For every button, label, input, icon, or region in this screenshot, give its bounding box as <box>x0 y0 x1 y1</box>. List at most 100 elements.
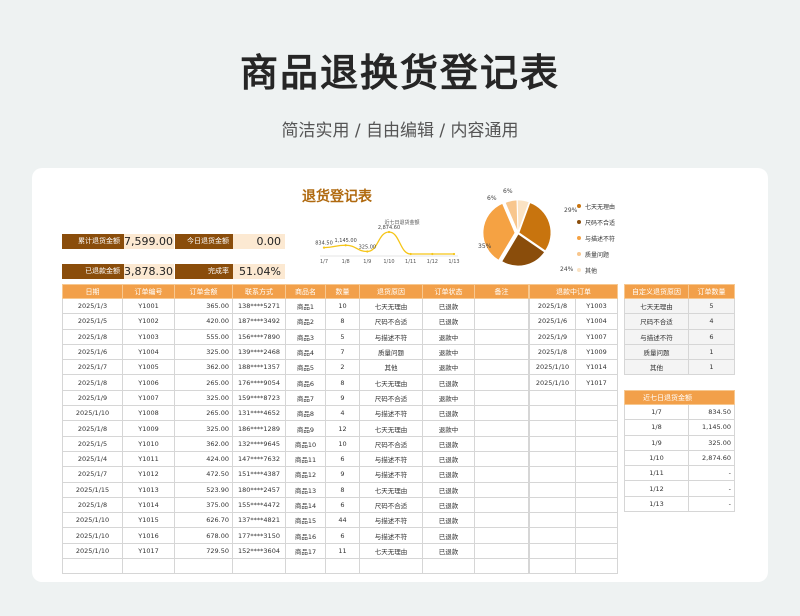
table-row: 2025/1/4 Y1011 424.00 147****7632 商品11 6 与描述不符… <box>62 450 529 468</box>
kpi-refunded-label: 已退款金额 <box>62 264 124 279</box>
table-row: 2025/1/9 Y1007 325.00 159****8723 商品7 9 尺码不合适退… <box>62 389 529 407</box>
table-row <box>529 405 618 422</box>
table-cell: 131****4652 <box>232 405 286 422</box>
table-cell <box>474 512 529 529</box>
table-cell <box>422 558 475 575</box>
data-point <box>387 230 391 234</box>
table-cell: 已退款 <box>422 450 475 468</box>
spreadsheet-card: 退货登记表 累计退货金额 7,599.00 今日退货金额 0.00 已退款金额 … <box>32 168 768 582</box>
table-cell: 其他 <box>359 359 423 376</box>
legend-swatch <box>577 268 581 272</box>
table-cell: Y1009 <box>122 420 175 437</box>
table-cell <box>285 558 326 575</box>
table-cell: Y1003 <box>575 297 618 315</box>
table-cell: 678.00 <box>174 527 233 544</box>
table-cell: Y1017 <box>575 374 618 391</box>
data-label: 325.00 <box>359 245 377 251</box>
table-row: 2025/1/8 Y1009 325.00 186****1289 商品9 12 七天无理由… <box>62 420 529 437</box>
table-cell: 325.00 <box>688 434 735 451</box>
table-cell: 2025/1/8 <box>62 420 123 437</box>
table-cell: Y1013 <box>122 481 175 498</box>
table-cell: 44 <box>325 512 360 529</box>
returns-table: 日期 订单编号 订单金额 联系方式 商品名 数量 退货原因 订单状态 备注 2025/1/3 Y1… <box>62 284 529 575</box>
table-cell: 132****9645 <box>232 435 286 452</box>
legend-swatch <box>577 220 581 224</box>
table-cell: 177****3150 <box>232 527 286 544</box>
legend-label: 七天无理由 <box>585 203 616 211</box>
table-cell: 325.00 <box>174 343 233 361</box>
table-cell: 商品10 <box>285 435 326 452</box>
table-cell: 七天无理由 <box>359 374 423 391</box>
table-cell <box>359 558 423 575</box>
table-cell: 4 <box>688 313 735 330</box>
table-cell: 商品7 <box>285 389 326 407</box>
table-cell: 2025/1/4 <box>62 450 123 468</box>
table-row: 1/9 325.00 <box>624 434 735 451</box>
tick-label: 1/11 <box>405 259 416 265</box>
table-cell <box>529 542 576 560</box>
slice-label: 35% <box>478 243 492 250</box>
table-row <box>62 558 529 575</box>
data-point <box>344 244 347 247</box>
table-cell: 2 <box>325 359 360 376</box>
table-cell: 已退款 <box>422 496 475 514</box>
table-row <box>529 435 618 452</box>
table-cell: 质量问题 <box>624 343 689 361</box>
table-cell <box>575 405 618 422</box>
table-cell: 1/7 <box>624 403 689 421</box>
table-cell: 商品16 <box>285 527 326 544</box>
legend-swatch <box>577 252 581 256</box>
table-cell: 商品15 <box>285 512 326 529</box>
table-cell: 2025/1/5 <box>62 313 123 330</box>
table-cell: 商品6 <box>285 374 326 391</box>
table-cell: 420.00 <box>174 313 233 330</box>
table-cell: 1/9 <box>624 434 689 451</box>
table-cell: 159****8723 <box>232 389 286 407</box>
table-row: 1/11- <box>624 465 735 482</box>
table-cell <box>325 558 360 575</box>
table-cell <box>529 450 576 468</box>
data-point <box>366 250 369 253</box>
table-row: 2025/1/10 Y1017 <box>529 374 618 391</box>
table-cell: 2025/1/10 <box>529 359 576 376</box>
table-cell: Y1004 <box>575 313 618 330</box>
table-cell: 已退款 <box>422 313 475 330</box>
table-cell: 尺码不合适 <box>624 313 689 330</box>
table-cell: 176****9054 <box>232 374 286 391</box>
table-cell: 424.00 <box>174 450 233 468</box>
table-row: 2025/1/10 Y1014 <box>529 359 618 376</box>
table-cell: Y1017 <box>122 542 175 560</box>
table-cell <box>474 466 529 483</box>
table-cell: 商品14 <box>285 496 326 514</box>
table-cell <box>474 481 529 498</box>
table-cell <box>474 435 529 452</box>
table-cell: Y1007 <box>575 328 618 345</box>
table-cell: 2025/1/6 <box>529 313 576 330</box>
table-cell <box>474 328 529 345</box>
table-cell: 已退款 <box>422 466 475 483</box>
table-cell: 12 <box>325 420 360 437</box>
slice-label: 29% <box>564 207 578 214</box>
table-row <box>529 542 618 560</box>
table-cell: 137****4821 <box>232 512 286 529</box>
table-cell: 退款中 <box>422 359 475 376</box>
table-cell <box>232 558 286 575</box>
table-cell: - <box>688 480 735 497</box>
table-cell <box>575 558 618 575</box>
table-cell <box>529 512 576 529</box>
table-cell: 尺码不合适 <box>359 389 423 407</box>
table-cell: 147****7632 <box>232 450 286 468</box>
table-cell: 2025/1/8 <box>529 297 576 315</box>
table-cell: 已退款 <box>422 527 475 544</box>
table-cell: 商品1 <box>285 297 326 315</box>
table-row: 1/8 1,145.00 <box>624 419 735 436</box>
table-cell: 5 <box>688 297 735 315</box>
table-cell: 1/10 <box>624 449 689 467</box>
table-cell: Y1002 <box>122 313 175 330</box>
table-cell: 362.00 <box>174 359 233 376</box>
column-header: 商品名 <box>285 284 326 299</box>
table-cell: 商品3 <box>285 328 326 345</box>
table-row: 2025/1/5 Y1010 362.00 132****9645 商品10 10 尺码不合… <box>62 435 529 452</box>
table-cell: Y1006 <box>122 374 175 391</box>
table-cell: 2025/1/9 <box>529 328 576 345</box>
